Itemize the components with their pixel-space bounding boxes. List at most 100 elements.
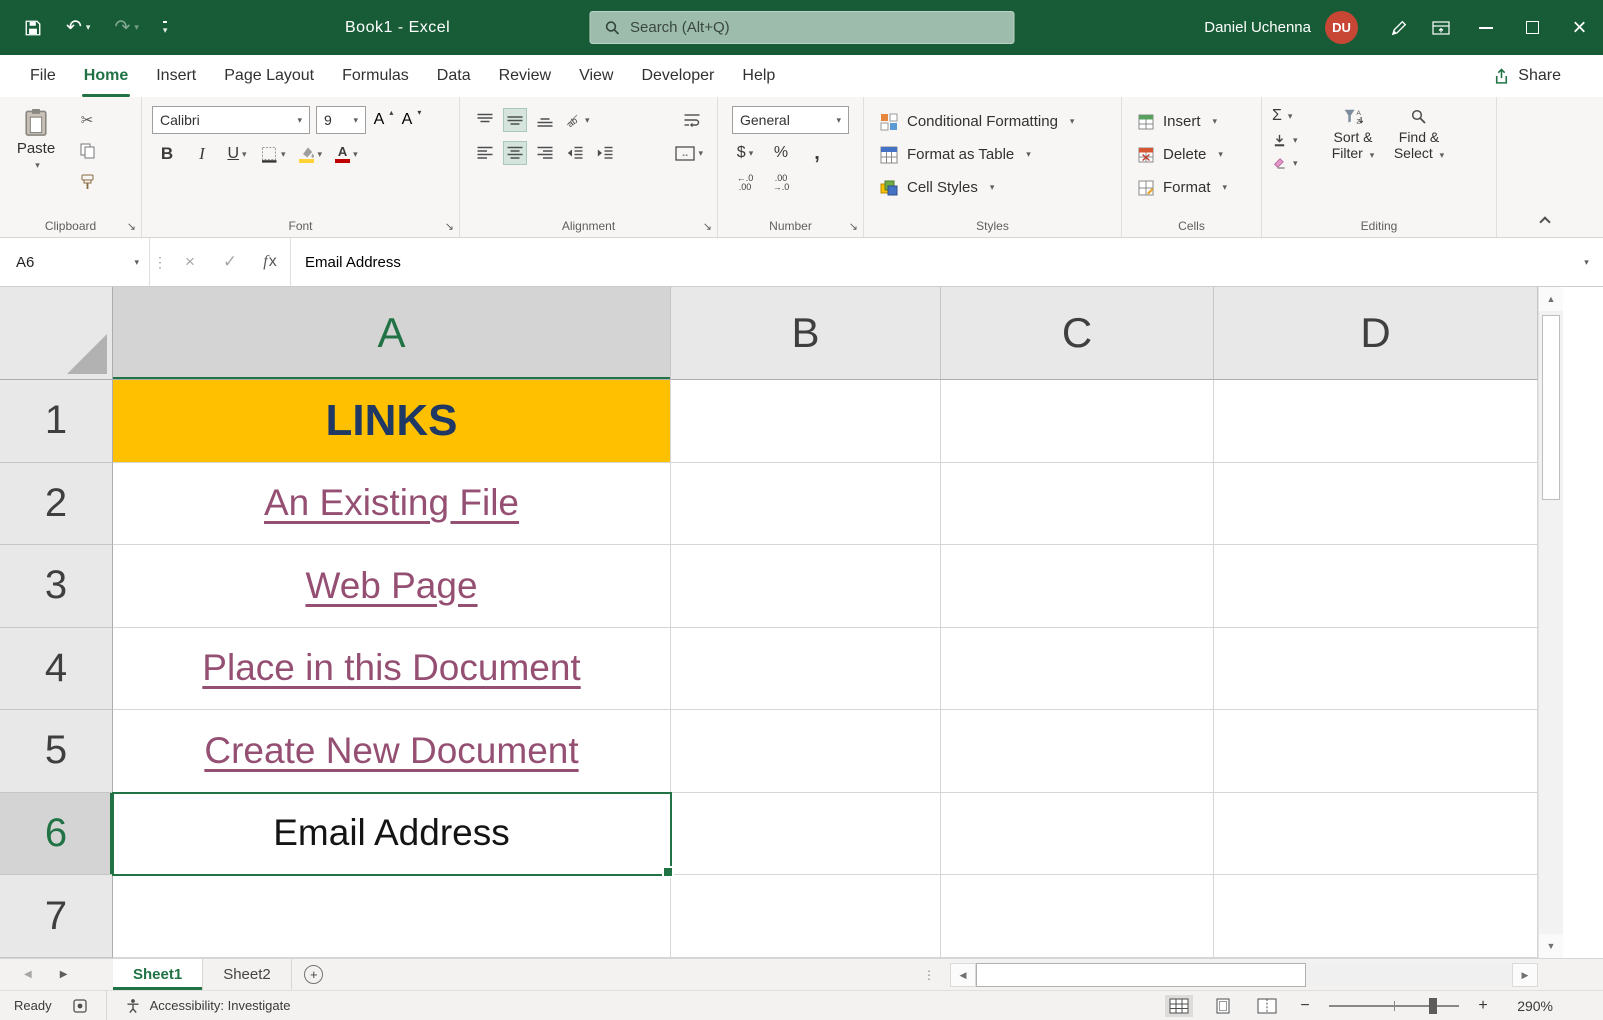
name-box[interactable]: A6 ▾ xyxy=(0,238,150,286)
avatar[interactable]: DU xyxy=(1325,11,1358,44)
column-header-a[interactable]: A xyxy=(113,287,671,380)
bold-button[interactable]: B xyxy=(156,143,178,165)
cell[interactable] xyxy=(1214,380,1538,463)
italic-button[interactable]: I xyxy=(191,143,213,165)
maximize-button[interactable] xyxy=(1509,0,1556,55)
paste-button[interactable]: Paste ▾ xyxy=(4,103,68,213)
row-header-7[interactable]: 7 xyxy=(0,875,113,958)
cell[interactable] xyxy=(671,792,941,875)
center-button[interactable] xyxy=(503,141,527,165)
tab-developer[interactable]: Developer xyxy=(627,55,728,97)
cell[interactable] xyxy=(941,792,1214,875)
row-header-5[interactable]: 5 xyxy=(0,710,113,793)
wrap-text-button[interactable] xyxy=(681,109,703,131)
new-sheet-button[interactable]: + xyxy=(292,959,336,990)
row-header-3[interactable]: 3 xyxy=(0,545,113,628)
cell[interactable] xyxy=(1214,545,1538,628)
fill-color-button[interactable]: ▾ xyxy=(299,143,322,165)
row-header-1[interactable]: 1 xyxy=(0,380,113,463)
cell[interactable] xyxy=(671,545,941,628)
vertical-scrollbar-thumb[interactable] xyxy=(1542,315,1560,500)
inking-button[interactable] xyxy=(1378,0,1420,55)
align-right-button[interactable] xyxy=(534,142,556,164)
scroll-left-button[interactable]: ◀ xyxy=(950,963,976,987)
column-header-b[interactable]: B xyxy=(671,287,941,380)
collapse-ribbon-button[interactable] xyxy=(1539,215,1551,228)
search-input[interactable] xyxy=(630,19,999,36)
next-sheet-button[interactable]: ▶ xyxy=(60,969,68,980)
cut-button[interactable]: ✂ xyxy=(76,109,98,131)
cell[interactable] xyxy=(671,380,941,463)
horizontal-scrollbar[interactable]: ◀ ▶ xyxy=(950,963,1538,987)
accounting-format-button[interactable]: $ ▾ xyxy=(734,142,756,164)
cell[interactable] xyxy=(671,710,941,793)
accessibility-status[interactable]: Accessibility: Investigate xyxy=(105,991,290,1020)
insert-function-button[interactable]: fx xyxy=(250,238,290,286)
scroll-up-button[interactable]: ▲ xyxy=(1539,287,1563,311)
increase-decimal-button[interactable]: ←.0.00 xyxy=(734,172,756,194)
cell[interactable] xyxy=(671,875,941,958)
cell[interactable] xyxy=(941,627,1214,710)
formula-bar-drag-handle[interactable]: ⋮ xyxy=(150,238,170,286)
fill-button[interactable]: ▾ xyxy=(1272,133,1320,148)
bottom-align-button[interactable] xyxy=(534,109,556,131)
decrease-font-button[interactable]: A ▾ xyxy=(400,108,422,131)
insert-cells-button[interactable]: Insert ▾ xyxy=(1126,105,1257,138)
normal-view-button[interactable] xyxy=(1165,994,1193,1017)
tab-insert[interactable]: Insert xyxy=(142,55,210,97)
expand-formula-bar-button[interactable]: ▾ xyxy=(1567,238,1603,286)
tab-file[interactable]: File xyxy=(16,55,70,97)
cell[interactable] xyxy=(1214,627,1538,710)
merge-center-button[interactable]: ↔ ▾ xyxy=(675,142,703,164)
autosum-button[interactable]: Σ ▾ xyxy=(1272,107,1320,125)
find-select-button[interactable]: Find & Select ▾ xyxy=(1386,105,1452,171)
minimize-button[interactable] xyxy=(1462,0,1509,55)
tab-formulas[interactable]: Formulas xyxy=(328,55,423,97)
delete-cells-button[interactable]: Delete ▾ xyxy=(1126,138,1257,171)
cell[interactable] xyxy=(941,462,1214,545)
tab-review[interactable]: Review xyxy=(485,55,565,97)
font-name-combo[interactable]: Calibri ▾ xyxy=(152,106,310,134)
underline-button[interactable]: U ▾ xyxy=(226,143,248,165)
close-button[interactable]: × xyxy=(1556,0,1603,55)
format-cells-button[interactable]: Format ▾ xyxy=(1126,171,1257,204)
increase-indent-button[interactable] xyxy=(594,142,616,164)
number-format-combo[interactable]: General ▾ xyxy=(732,106,849,134)
zoom-in-button[interactable]: + xyxy=(1475,997,1491,1015)
row-header-2[interactable]: 2 xyxy=(0,462,113,545)
percent-style-button[interactable]: % xyxy=(770,142,792,164)
save-button[interactable] xyxy=(24,19,42,37)
customize-quick-access-button[interactable]: ▾ xyxy=(162,21,168,35)
sheet-tab-sheet1[interactable]: Sheet1 xyxy=(113,959,204,990)
sheet-tab-sheet2[interactable]: Sheet2 xyxy=(203,959,292,990)
middle-align-button[interactable] xyxy=(503,108,527,132)
tab-view[interactable]: View xyxy=(565,55,627,97)
column-header-c[interactable]: C xyxy=(941,287,1214,380)
scroll-down-button[interactable]: ▼ xyxy=(1539,934,1563,958)
cell-a1[interactable]: LINKS xyxy=(113,380,671,463)
cell-a3[interactable]: Web Page xyxy=(113,545,671,628)
decrease-decimal-button[interactable]: .00 →.0 xyxy=(770,172,792,194)
previous-sheet-button[interactable]: ◀ xyxy=(24,969,32,980)
share-button[interactable]: Share xyxy=(1493,55,1561,97)
cell[interactable] xyxy=(1214,462,1538,545)
format-as-table-button[interactable]: Format as Table ▾ xyxy=(868,138,1117,171)
search-box[interactable] xyxy=(589,11,1014,44)
top-align-button[interactable] xyxy=(474,109,496,131)
tab-home[interactable]: Home xyxy=(70,55,142,97)
cell-styles-button[interactable]: Cell Styles ▾ xyxy=(868,171,1117,204)
zoom-level[interactable]: 290% xyxy=(1507,998,1553,1014)
formula-input[interactable]: Email Address xyxy=(290,238,1567,286)
font-size-combo[interactable]: 9 ▾ xyxy=(316,106,366,134)
orientation-button[interactable]: ab ▾ xyxy=(564,109,589,131)
cell-a2[interactable]: An Existing File xyxy=(113,462,671,545)
cell-a5[interactable]: Create New Document xyxy=(113,710,671,793)
increase-font-button[interactable]: A ▴ xyxy=(372,108,394,131)
cell[interactable] xyxy=(1214,792,1538,875)
cell[interactable] xyxy=(671,627,941,710)
cell[interactable] xyxy=(941,380,1214,463)
tab-help[interactable]: Help xyxy=(728,55,789,97)
redo-button[interactable]: ↷ ▾ xyxy=(114,16,138,39)
cell[interactable] xyxy=(1214,710,1538,793)
zoom-slider-thumb[interactable] xyxy=(1429,997,1437,1014)
